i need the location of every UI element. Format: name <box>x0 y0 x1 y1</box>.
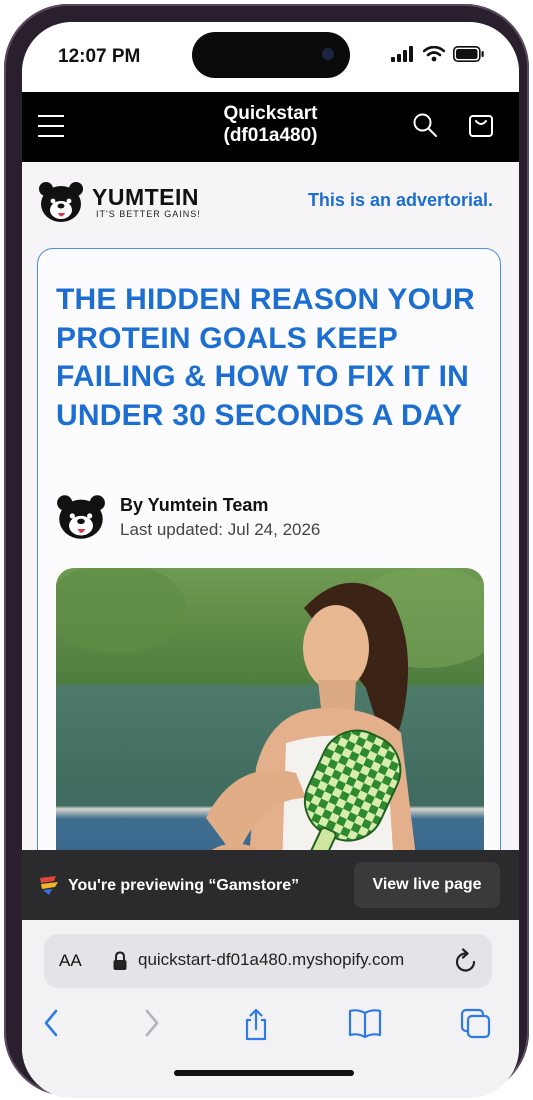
menu-icon[interactable] <box>38 115 64 137</box>
forward-icon[interactable] <box>143 1008 161 1038</box>
back-icon[interactable] <box>42 1008 60 1038</box>
brand-tagline: IT'S BETTER GAINS! <box>96 209 201 219</box>
phone-screen: 12:07 PM Quickstart (df01a480) YUMTEIN I… <box>22 22 519 1098</box>
article-card: THE HIDDEN REASON YOUR PROTEIN GOALS KEE… <box>37 248 501 852</box>
author-block: By Yumtein Team Last updated: Jul 24, 20… <box>56 493 320 541</box>
battery-icon <box>453 46 484 62</box>
page-body: YUMTEIN IT'S BETTER GAINS! This is an ad… <box>22 162 519 852</box>
store-title-line1: Quickstart <box>223 103 318 124</box>
preview-label: You're previewing “Gamstore” <box>68 877 300 894</box>
url-text: quickstart-df01a480.myshopify.com <box>138 950 405 969</box>
system-icons <box>391 46 485 62</box>
camera-icon <box>322 48 334 60</box>
hero-image <box>56 568 484 852</box>
reader-aa-button[interactable]: AA <box>59 951 82 971</box>
status-bar: 12:07 PM <box>22 22 519 92</box>
wifi-icon <box>423 46 445 62</box>
share-icon[interactable] <box>242 1008 270 1042</box>
author-avatar <box>57 495 105 539</box>
dynamic-island <box>192 32 350 78</box>
browser-bottom-bar: AA quickstart-df01a480.myshopify.com <box>22 920 519 1098</box>
advertorial-notice: This is an advertorial. <box>307 190 493 210</box>
status-time: 12:07 PM <box>58 46 141 67</box>
address-bar[interactable]: AA quickstart-df01a480.myshopify.com <box>44 934 492 988</box>
store-title-line2: (df01a480) <box>223 125 318 146</box>
browser-toolbar <box>22 1008 519 1052</box>
search-icon[interactable] <box>412 112 438 138</box>
tabs-icon[interactable] <box>460 1008 492 1040</box>
brand-name: YUMTEIN <box>92 184 199 210</box>
signal-icon <box>391 46 413 62</box>
store-title[interactable]: Quickstart (df01a480) <box>172 103 369 147</box>
lock-icon <box>113 951 127 970</box>
store-header: Quickstart (df01a480) <box>22 92 519 162</box>
reload-icon[interactable] <box>454 948 478 974</box>
brand-logo[interactable]: YUMTEIN IT'S BETTER GAINS! <box>38 180 201 224</box>
cart-icon[interactable] <box>468 112 494 138</box>
author-name: By Yumtein Team <box>120 494 269 515</box>
phone-frame: 12:07 PM Quickstart (df01a480) YUMTEIN I… <box>4 4 529 1098</box>
article-headline: THE HIDDEN REASON YOUR PROTEIN GOALS KEE… <box>56 283 475 432</box>
last-updated: Last updated: Jul 24, 2026 <box>120 519 321 539</box>
home-indicator[interactable] <box>174 1070 354 1076</box>
view-live-page-button[interactable]: View live page <box>354 862 500 908</box>
bookmarks-icon[interactable] <box>348 1008 382 1038</box>
preview-bar: You're previewing “Gamstore” View live p… <box>22 850 519 920</box>
bear-logo-icon <box>39 182 83 222</box>
theme-logo-icon <box>40 876 58 895</box>
